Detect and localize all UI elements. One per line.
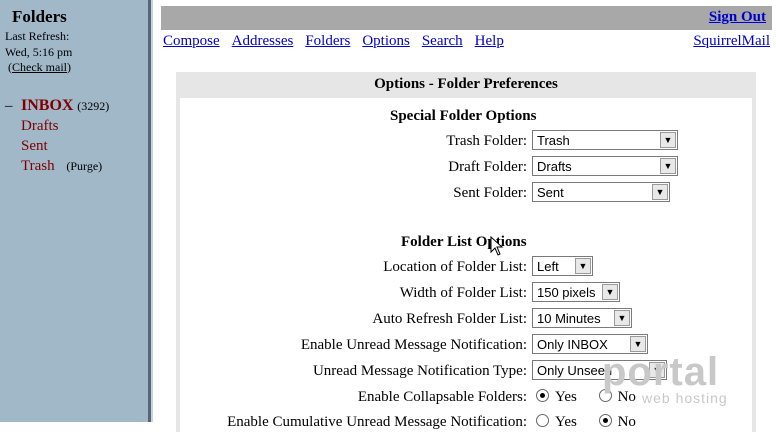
auto-refresh-label: Auto Refresh Folder List: — [372, 311, 527, 327]
draft-folder-value: Drafts — [537, 159, 572, 174]
cumulative-no-radio[interactable] — [598, 414, 612, 427]
folder-trash[interactable]: Trash — [21, 158, 55, 174]
watermark-line1: portal — [602, 350, 720, 394]
special-folder-title: Special Folder Options — [390, 108, 537, 124]
squirrelmail-link[interactable]: SquirrelMail — [693, 33, 770, 50]
chevron-down-icon: ▼ — [602, 284, 618, 300]
cumulative-no-label: No — [617, 414, 636, 430]
folder-drafts[interactable]: Drafts — [21, 116, 109, 136]
unread-notification-label: Enable Unread Message Notification: — [300, 337, 527, 353]
sent-folder-value: Sent — [537, 185, 564, 200]
panel-title: Options - Folder Preferences — [374, 76, 558, 92]
cumulative-row: Enable Cumulative Unread Message Notific… — [176, 411, 756, 435]
mouse-cursor-icon — [490, 236, 504, 256]
trash-folder-select[interactable]: Trash ▼ — [532, 130, 678, 150]
sidebar-title: Folders — [12, 7, 67, 26]
nav-options[interactable]: Options — [362, 33, 410, 49]
cumulative-label: Enable Cumulative Unread Message Notific… — [227, 414, 527, 430]
folder-row-inbox: – INBOX (3292) — [5, 96, 109, 116]
last-refresh: Last Refresh: Wed, 5:16 pm — [5, 28, 72, 60]
collapsable-label: Enable Collapsable Folders: — [357, 389, 527, 405]
sent-folder-row: Sent Folder: Sent ▼ — [176, 182, 756, 206]
watermark-line2: web hosting — [642, 390, 728, 406]
check-mail: (Check mail) — [8, 60, 71, 74]
main-nav: Compose Addresses Folders Options Search Help — [163, 33, 516, 50]
unread-notification-value: Only INBOX — [537, 337, 608, 352]
folder-inbox[interactable]: INBOX — [21, 97, 73, 114]
nav-folders[interactable]: Folders — [305, 33, 350, 49]
last-refresh-label: Last Refresh: — [5, 29, 70, 43]
collapsable-yes-label: Yes — [555, 389, 577, 405]
cumulative-yes-label: Yes — [555, 414, 577, 430]
width-label: Width of Folder List: — [399, 285, 527, 301]
sign-out-link[interactable]: Sign Out — [709, 9, 766, 26]
auto-refresh-select[interactable]: 10 Minutes ▼ — [532, 308, 632, 328]
trash-folder-value: Trash — [537, 133, 570, 148]
collapse-marker[interactable]: – — [5, 96, 21, 116]
width-row: Width of Folder List: 150 pixels ▼ — [176, 282, 756, 306]
sent-folder-select[interactable]: Sent ▼ — [532, 182, 670, 202]
nav-compose[interactable]: Compose — [163, 33, 220, 49]
trash-folder-row: Trash Folder: Trash ▼ — [176, 130, 756, 154]
watermark-logo: portal web hosting — [598, 350, 748, 412]
collapsable-yes-radio[interactable] — [536, 389, 549, 402]
width-select[interactable]: 150 pixels ▼ — [532, 282, 620, 302]
folder-sent[interactable]: Sent — [21, 136, 109, 156]
sidebar-divider-highlight — [151, 0, 153, 422]
chevron-down-icon: ▼ — [660, 158, 676, 174]
chevron-down-icon: ▼ — [614, 310, 630, 326]
chevron-down-icon: ▼ — [652, 184, 668, 200]
inbox-count: (3292) — [77, 99, 110, 113]
purge-link[interactable]: (Purge) — [66, 159, 102, 173]
last-refresh-time: Wed, 5:16 pm — [5, 45, 73, 59]
width-value: 150 pixels — [537, 285, 596, 300]
chevron-down-icon: ▼ — [575, 258, 591, 274]
folder-list-title: Folder List Options — [401, 234, 527, 250]
location-label: Location of Folder List: — [383, 259, 527, 275]
trash-folder-label: Trash Folder: — [446, 133, 527, 149]
sent-folder-label: Sent Folder: — [453, 185, 527, 201]
chevron-down-icon: ▼ — [660, 132, 676, 148]
draft-folder-select[interactable]: Drafts ▼ — [532, 156, 678, 176]
draft-folder-label: Draft Folder: — [448, 159, 527, 175]
cumulative-yes-radio[interactable] — [536, 414, 549, 427]
auto-refresh-value: 10 Minutes — [537, 311, 601, 326]
top-bar: Sign Out — [161, 6, 772, 30]
check-mail-link[interactable]: Check mail — [12, 60, 67, 74]
location-value: Left — [537, 259, 559, 274]
location-row: Location of Folder List: Left ▼ — [176, 256, 756, 280]
location-select[interactable]: Left ▼ — [532, 256, 593, 276]
folder-row-trash: Trash (Purge) — [21, 156, 109, 176]
nav-addresses[interactable]: Addresses — [232, 33, 294, 49]
nav-help[interactable]: Help — [475, 33, 504, 49]
draft-folder-row: Draft Folder: Drafts ▼ — [176, 156, 756, 180]
auto-refresh-row: Auto Refresh Folder List: 10 Minutes ▼ — [176, 308, 756, 332]
notification-type-label: Unread Message Notification Type: — [312, 363, 527, 379]
nav-search[interactable]: Search — [422, 33, 463, 49]
folder-list: – INBOX (3292) Drafts Sent Trash (Purge) — [5, 96, 109, 176]
